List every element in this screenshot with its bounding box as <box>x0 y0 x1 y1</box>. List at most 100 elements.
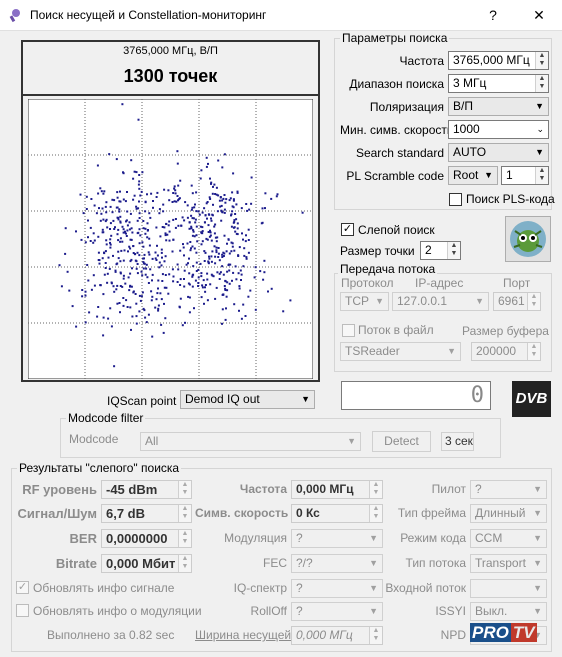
constellation-point <box>223 285 226 287</box>
pls-mode-select[interactable]: Root ▼ <box>448 166 498 185</box>
constellation-point <box>164 255 167 258</box>
reader-select[interactable]: TSReader ▼ <box>340 342 461 361</box>
issyi-select[interactable]: Выкл. ▼ <box>470 602 547 621</box>
frame-select[interactable]: Длинный ▼ <box>470 504 547 523</box>
constellation-point <box>168 199 171 202</box>
constellation-point <box>205 202 208 205</box>
constellation-point <box>187 262 189 265</box>
constellation-point <box>149 216 152 219</box>
constellation-point <box>221 322 223 325</box>
window-title: Поиск несущей и Constellation-мониторинг <box>30 8 267 22</box>
constellation-point <box>254 308 257 311</box>
min-sr-select[interactable]: 1000 ⌄ <box>448 120 549 139</box>
constellation-point <box>138 187 141 190</box>
pls-code-input[interactable]: 1 ▲ ▼ <box>501 166 549 185</box>
fec-select[interactable]: ?/? ▼ <box>291 554 383 573</box>
timeout-select[interactable]: 3 сек <box>441 432 474 451</box>
constellation-point <box>142 267 145 270</box>
iqscan-select[interactable]: Demod IQ out ▼ <box>180 390 315 409</box>
constellation-point <box>178 305 181 308</box>
constellation-point <box>221 293 224 296</box>
constellation-point <box>104 267 107 269</box>
modulation-select[interactable]: ? ▼ <box>291 529 383 548</box>
iq-select[interactable]: ? ▼ <box>291 579 383 598</box>
close-button[interactable]: ✕ <box>524 4 554 26</box>
constellation-point <box>151 257 154 260</box>
constellation-point <box>134 293 137 295</box>
frequency-input[interactable]: 3765,000 МГц ▲ ▼ <box>448 51 549 70</box>
point-size-input[interactable]: 2 ▲ ▼ <box>420 241 461 260</box>
constellation-point <box>230 250 233 253</box>
constellation-point <box>118 208 121 211</box>
constellation-point <box>218 278 221 280</box>
pilot-select[interactable]: ? ▼ <box>470 480 547 499</box>
constellation-point <box>135 171 138 174</box>
constellation-point <box>263 259 266 262</box>
constellation-point <box>125 235 128 237</box>
polarization-select[interactable]: В/П ▼ <box>448 97 549 116</box>
constellation-point <box>84 290 87 293</box>
pls-search-checkbox[interactable] <box>449 193 462 206</box>
constellation-point <box>84 294 87 297</box>
constellation-point <box>184 321 186 324</box>
rolloff-select[interactable]: ? ▼ <box>291 602 383 621</box>
constellation-point <box>105 239 108 242</box>
constellation-point <box>129 247 132 250</box>
constellation-point <box>122 259 125 262</box>
rolloff-label: RollOff <box>250 604 287 618</box>
blind-search-checkbox[interactable]: ✓ <box>341 223 354 236</box>
input-stream-select[interactable]: ▼ <box>470 579 547 598</box>
constellation-point <box>115 288 118 291</box>
constellation-point <box>112 285 115 288</box>
ip-select[interactable]: 127.0.0.1 ▼ <box>392 292 489 311</box>
constellation-freq-label: 3765,000 МГц, В/П <box>123 45 218 57</box>
constellation-point <box>217 159 220 162</box>
input-stream-label: Входной поток <box>385 581 466 595</box>
constellation-point <box>191 285 194 288</box>
constellation-point <box>117 228 120 231</box>
constellation-point <box>140 270 143 273</box>
buffer-input[interactable]: 200000 ▲ ▼ <box>471 342 541 361</box>
constellation-point <box>135 267 138 270</box>
detect-button[interactable]: Detect <box>372 431 431 452</box>
constellation-point <box>115 263 118 266</box>
constellation-point <box>87 236 89 239</box>
constellation-point <box>111 211 114 214</box>
constellation-point <box>81 289 84 291</box>
constellation-point <box>136 263 139 265</box>
range-input[interactable]: 3 МГц ▲ ▼ <box>448 74 549 93</box>
standard-select[interactable]: AUTO ▼ <box>448 143 549 162</box>
constellation-point <box>171 268 174 271</box>
to-file-checkbox[interactable] <box>342 324 355 337</box>
constellation-point <box>183 269 186 272</box>
constellation-point <box>116 302 119 305</box>
constellation-point <box>165 222 168 225</box>
mascot-button[interactable] <box>505 216 551 262</box>
constellation-point <box>193 247 196 250</box>
code-mode-select[interactable]: CCM ▼ <box>470 529 547 548</box>
modcode-select[interactable]: All ▼ <box>140 432 361 451</box>
constellation-point <box>119 285 122 287</box>
constellation-point <box>197 282 200 284</box>
constellation-point <box>204 290 207 293</box>
constellation-point <box>158 208 161 211</box>
constellation-point <box>188 272 191 275</box>
constellation-point <box>225 198 228 201</box>
stream-type-select[interactable]: Transport ▼ <box>470 554 547 573</box>
update-mod-checkbox[interactable] <box>16 604 29 617</box>
width-link[interactable]: Ширина несущей <box>195 628 291 642</box>
chevron-down-icon: ▼ <box>369 533 378 543</box>
constellation-point <box>186 242 189 245</box>
port-input[interactable]: 6961 ▲ ▼ <box>493 292 541 311</box>
constellation-point <box>210 273 213 276</box>
protocol-select[interactable]: TCP ▼ <box>340 292 389 311</box>
constellation-point <box>141 241 144 244</box>
constellation-point <box>148 237 151 240</box>
help-button[interactable]: ? <box>478 4 508 26</box>
constellation-point <box>138 242 141 245</box>
constellation-point <box>233 303 236 306</box>
constellation-point <box>206 278 209 281</box>
constellation-point <box>150 299 153 302</box>
constellation-point <box>131 267 133 270</box>
update-signal-checkbox[interactable]: ✓ <box>16 581 29 594</box>
